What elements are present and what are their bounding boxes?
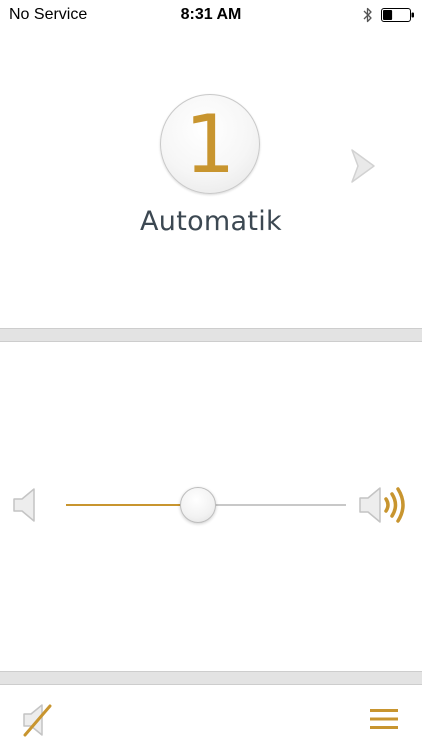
program-section: 1 Automatik bbox=[0, 30, 422, 328]
battery-icon bbox=[381, 8, 414, 22]
bluetooth-icon bbox=[363, 7, 372, 23]
speaker-quiet-icon[interactable] bbox=[12, 487, 38, 523]
slider-thumb[interactable] bbox=[179, 487, 216, 523]
bottom-toolbar bbox=[0, 685, 422, 750]
chevron-right-icon[interactable] bbox=[344, 146, 384, 186]
status-time: 8:31 AM bbox=[180, 6, 242, 23]
program-number-badge[interactable]: 1 bbox=[160, 94, 260, 194]
speaker-mute-icon[interactable] bbox=[20, 701, 54, 739]
speaker-loud-icon[interactable] bbox=[358, 483, 410, 527]
section-divider bbox=[0, 671, 422, 685]
hamburger-menu-icon[interactable] bbox=[370, 707, 398, 731]
section-divider bbox=[0, 328, 422, 342]
battery-level-fill bbox=[383, 10, 393, 20]
program-number: 1 bbox=[184, 98, 236, 191]
status-bar: No Service 8:31 AM bbox=[0, 0, 422, 30]
program-name: Automatik bbox=[140, 206, 282, 237]
volume-slider[interactable] bbox=[66, 485, 346, 525]
volume-section bbox=[0, 342, 422, 671]
slider-fill bbox=[66, 504, 198, 506]
